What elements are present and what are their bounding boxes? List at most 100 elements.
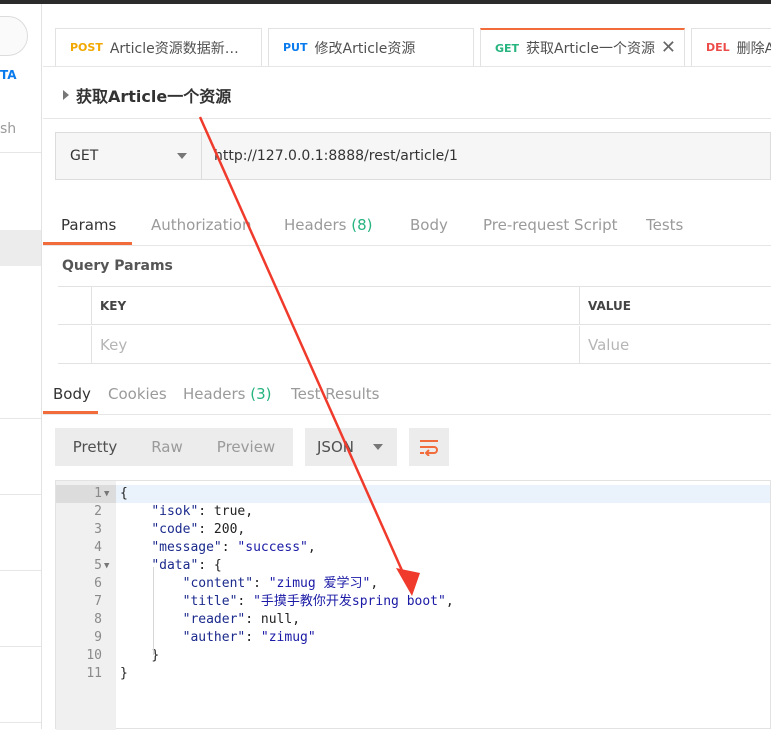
divider (43, 414, 771, 415)
code-line[interactable]: 6 "content": "zimug 爱学习", (56, 575, 770, 593)
format-value: JSON (317, 438, 354, 456)
query-params-title: Query Params (62, 258, 173, 274)
code-text: "data": { (151, 558, 222, 573)
divider (43, 66, 771, 67)
url-input[interactable]: http://127.0.0.1:8888/rest/article/1 (214, 133, 458, 179)
code-text: "message": "success", (151, 540, 316, 555)
divider (43, 245, 771, 246)
tab-label: 修改Article资源 (314, 40, 416, 57)
tab-headers[interactable]: Headers (8) (284, 216, 372, 234)
code-line[interactable]: 11} (56, 665, 770, 683)
tab-label: 删除A (736, 40, 771, 57)
value-input[interactable]: Value (580, 326, 771, 364)
expand-caret-icon[interactable] (63, 90, 69, 100)
code-line[interactable]: 10 } (56, 647, 770, 665)
tab-get-article[interactable]: GET 获取Article一个资源 ✕ (480, 28, 685, 66)
code-text: "isok": true, (151, 504, 254, 519)
request-name[interactable]: 获取Article一个资源 (63, 82, 231, 108)
sidebar-divider (0, 570, 41, 571)
response-tabs: Body Cookies Headers (3) Test Results (43, 380, 771, 414)
wrap-lines-button[interactable] (409, 428, 449, 466)
sidebar-divider (0, 722, 41, 723)
tab-cookies[interactable]: Cookies (108, 385, 167, 403)
tab-prerequest-script[interactable]: Pre-request Script (483, 216, 618, 234)
headers-count-badge: (8) (351, 216, 373, 234)
sidebar-divider (0, 494, 41, 495)
sidebar-divider (0, 646, 41, 647)
close-icon[interactable]: ✕ (661, 37, 676, 58)
indent-guide (153, 567, 154, 655)
code-line[interactable]: 2 "isok": true, (56, 503, 770, 521)
sidebar-fragment-label: sh (0, 121, 17, 137)
table-cell: KEY (92, 287, 580, 325)
code-text: "reader": null, (182, 612, 301, 627)
response-body-editor[interactable]: 1 ▼{2 "isok": true, 3 "code": 200, 4 "messa… (55, 480, 771, 730)
tab-response-body[interactable]: Body (53, 385, 91, 403)
code-line[interactable]: 4 "message": "success", (56, 539, 770, 557)
line-number: 5 (94, 558, 102, 573)
code-text: "content": "zimug 爱学习", (182, 576, 379, 591)
code-line[interactable]: 7 "title": "手摸手教你开发spring boot", (56, 593, 770, 611)
headers-count-badge: (3) (250, 385, 272, 403)
request-title: 获取Article一个资源 (76, 87, 232, 106)
chevron-down-icon (177, 153, 187, 159)
url-bar: GET http://127.0.0.1:8888/rest/article/1 (55, 132, 771, 180)
tab-put-article[interactable]: PUT 修改Article资源 (268, 28, 474, 66)
code-line[interactable]: 5 ▼ "data": { (56, 557, 770, 575)
method-badge: POST (70, 41, 103, 54)
tab-response-headers[interactable]: Headers (3) (183, 385, 271, 403)
code-text: { (120, 486, 128, 501)
sidebar: TA sh (0, 4, 42, 729)
line-number: 3 (94, 522, 102, 537)
code-line[interactable]: 9 "auther": "zimug" (56, 629, 770, 647)
sidebar-divider (0, 152, 41, 153)
code-text: "auther": "zimug" (182, 630, 316, 645)
key-input[interactable]: Key (92, 326, 580, 364)
tab-params[interactable]: Params (61, 216, 116, 234)
preview-button[interactable]: Preview (199, 428, 293, 466)
value-column-header: VALUE (588, 299, 631, 313)
table-cell (58, 287, 92, 325)
sidebar-search-box[interactable] (0, 16, 28, 56)
code-text: "title": "手摸手教你开发spring boot", (182, 594, 454, 609)
wrap-lines-icon (420, 440, 438, 456)
method-badge: DEL (706, 41, 730, 54)
fold-toggle-icon[interactable]: ▼ (104, 485, 109, 503)
row-checkbox-cell[interactable] (58, 326, 92, 364)
code-line[interactable]: 1 ▼{ (56, 485, 770, 503)
format-select[interactable]: JSON (305, 428, 397, 466)
raw-button[interactable]: Raw (135, 428, 199, 466)
line-number: 8 (94, 612, 102, 627)
line-number: 11 (86, 666, 102, 681)
request-tab-bar: POST Article资源数据新… PUT 修改Article资源 GET 获… (43, 4, 771, 66)
code-line[interactable]: 3 "code": 200, (56, 521, 770, 539)
url-value: http://127.0.0.1:8888/rest/article/1 (214, 148, 458, 164)
code-text: } (120, 666, 128, 681)
tab-authorization[interactable]: Authorization (151, 216, 251, 234)
tab-test-results[interactable]: Test Results (291, 385, 379, 403)
sidebar-fragment-label: TA (0, 68, 17, 82)
tab-label: Article资源数据新… (109, 40, 239, 57)
divider (43, 118, 771, 119)
table-header-row: KEY VALUE (58, 287, 771, 325)
method-badge: PUT (283, 41, 308, 54)
sidebar-item-selected[interactable] (0, 230, 41, 266)
line-number: 2 (94, 504, 102, 519)
tab-delete-article[interactable]: DEL 删除A (691, 28, 771, 66)
method-select[interactable]: GET (56, 133, 202, 179)
pretty-button[interactable]: Pretty (55, 428, 135, 466)
table-row: Key Value (58, 326, 771, 364)
request-workspace: POST Article资源数据新… PUT 修改Article资源 GET 获… (43, 4, 771, 730)
key-placeholder: Key (100, 336, 128, 354)
query-params-table: KEY VALUE Key Value (58, 286, 771, 364)
tab-headers-label: Headers (284, 216, 347, 234)
tab-label: 获取Article一个资源 (526, 41, 655, 57)
code-line[interactable]: 8 "reader": null, (56, 611, 770, 629)
fold-toggle-icon[interactable]: ▼ (104, 557, 109, 575)
line-number: 10 (86, 648, 102, 663)
code-text: "code": 200, (151, 522, 246, 537)
tab-body[interactable]: Body (410, 216, 448, 234)
value-placeholder: Value (588, 336, 630, 354)
tab-tests[interactable]: Tests (646, 216, 683, 234)
tab-post-article[interactable]: POST Article资源数据新… (55, 28, 262, 66)
